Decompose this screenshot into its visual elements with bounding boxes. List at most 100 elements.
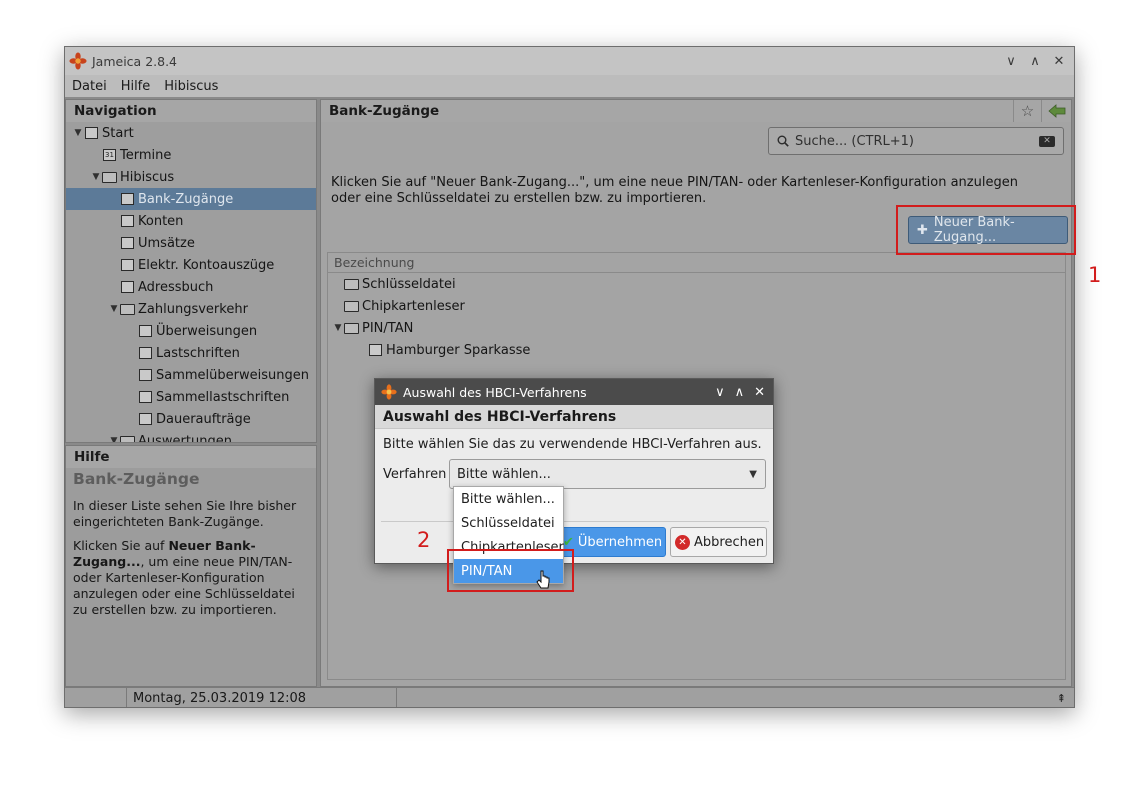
sidebar-item-start[interactable]: ▼ Start — [66, 122, 316, 144]
sidebar-item-bank-zugänge[interactable]: Bank-Zugänge — [66, 188, 316, 210]
statusbar: Montag, 25.03.2019 12:08 ⇞ — [65, 687, 1074, 707]
maximize-icon[interactable]: ∧ — [1028, 54, 1042, 69]
dialog-minimize-icon[interactable]: ∨ — [715, 385, 725, 400]
transactions-icon-shape — [121, 237, 134, 249]
search-icon — [777, 135, 789, 147]
folder-icon-shape — [102, 171, 117, 183]
calendar-icon-shape: 31 — [103, 149, 116, 161]
mouse-pointer-icon — [536, 570, 550, 589]
back-arrow-icon[interactable] — [1041, 100, 1071, 122]
list-column-header[interactable]: Bezeichnung — [328, 253, 1065, 273]
apply-button[interactable]: ✔ Übernehmen — [558, 527, 666, 557]
window-titlebar[interactable]: Jameica 2.8.4 ∨ ∧ ✕ — [65, 47, 1074, 75]
sidebar-item-auswertungen[interactable]: ▼ Auswertungen — [66, 430, 316, 442]
expand-arrow-icon[interactable]: ▼ — [108, 304, 120, 314]
list-item[interactable]: Schlüsseldatei — [328, 273, 1065, 295]
navigation-panel: Navigation ▼ Start 31 Termine ▼ Hibiscus Bank-… — [65, 99, 317, 443]
sidebar-item-daueraufträge[interactable]: Daueraufträge — [66, 408, 316, 430]
annotation-box-2 — [447, 549, 574, 592]
expand-log-icon[interactable]: ⇞ — [1057, 692, 1066, 705]
sidebar-item-label: Adressbuch — [138, 279, 214, 295]
list-item[interactable]: ▼ PIN/TAN — [328, 317, 1065, 339]
sidebar-item-label: Umsätze — [138, 235, 195, 251]
cancel-button-label: Abbrechen — [694, 534, 765, 550]
sidebar-item-label: Lastschriften — [156, 345, 240, 361]
content-header-actions: ☆ — [1013, 100, 1071, 122]
sidebar-item-sammellastschriften[interactable]: Sammellastschriften — [66, 386, 316, 408]
dialog-close-icon[interactable]: ✕ — [754, 385, 765, 400]
folder-icon-shape — [120, 303, 135, 315]
status-datetime: Montag, 25.03.2019 12:08 — [127, 688, 397, 707]
option-schluesseldatei[interactable]: Schlüsseldatei — [454, 511, 563, 535]
monitor-icon-shape — [85, 127, 98, 139]
content-header: Bank-Zugänge ☆ — [321, 100, 1071, 122]
sidebar-item-hibiscus[interactable]: ▼ Hibiscus — [66, 166, 316, 188]
favorite-star-icon[interactable]: ☆ — [1013, 100, 1041, 122]
cancel-icon: ✕ — [675, 534, 690, 550]
main-window: Jameica 2.8.4 ∨ ∧ ✕ Datei Hilfe Hibiscus… — [64, 46, 1075, 708]
sidebar-item-konten[interactable]: Konten — [66, 210, 316, 232]
transfer-icon-shape — [139, 325, 152, 337]
folder-icon — [120, 434, 135, 442]
sidebar-item-umsätze[interactable]: Umsätze — [66, 232, 316, 254]
sidebar-item-zahlungsverkehr[interactable]: ▼ Zahlungsverkehr — [66, 298, 316, 320]
sidebar-item-lastschriften[interactable]: Lastschriften — [66, 342, 316, 364]
sidebar-item-elektr-kontoauszüge[interactable]: Elektr. Kontoauszüge — [66, 254, 316, 276]
sidebar-item-adressbuch[interactable]: Adressbuch — [66, 276, 316, 298]
expand-arrow-icon[interactable]: ▼ — [108, 436, 120, 442]
sidebar-item-label: Sammelüberweisungen — [156, 367, 309, 383]
dialog-maximize-icon[interactable]: ∧ — [735, 385, 745, 400]
verfahren-select[interactable]: Bitte wählen... ▼ — [449, 459, 766, 489]
content-info-text: Klicken Sie auf "Neuer Bank-Zugang...", … — [331, 175, 1018, 206]
transfer-icon — [138, 324, 153, 338]
dialog-instruction: Bitte wählen Sie das zu verwendende HBCI… — [383, 437, 762, 452]
folder-icon — [344, 277, 359, 291]
sidebar-item-label: Auswertungen — [138, 433, 232, 443]
help-title: Bank-Zugänge — [73, 470, 200, 488]
list-item[interactable]: Hamburger Sparkasse — [328, 339, 1065, 361]
sidebar-item-label: Termine — [120, 147, 172, 163]
sidebar-item-sammelüberweisungen[interactable]: Sammelüberweisungen — [66, 364, 316, 386]
clear-search-icon[interactable]: ✕ — [1039, 135, 1055, 147]
folder-icon — [102, 170, 117, 184]
expand-arrow-icon[interactable]: ▼ — [90, 172, 102, 182]
dialog-titlebar[interactable]: Auswahl des HBCI-Verfahrens ∨ ∧ ✕ — [375, 379, 773, 405]
help-header: Hilfe — [66, 446, 316, 468]
sidebar-item-label: Bank-Zugänge — [138, 191, 234, 207]
sidebar-item-überweisungen[interactable]: Überweisungen — [66, 320, 316, 342]
status-segment-left — [65, 688, 127, 707]
content-title: Bank-Zugänge — [329, 103, 440, 119]
statement-icon — [120, 258, 135, 272]
menu-datei[interactable]: Datei — [65, 79, 114, 94]
sidebar-item-termine[interactable]: 31 Termine — [66, 144, 316, 166]
option-bitte-waehlen[interactable]: Bitte wählen... — [454, 487, 563, 511]
addressbook-icon — [120, 280, 135, 294]
minimize-icon[interactable]: ∨ — [1004, 54, 1018, 69]
close-icon[interactable]: ✕ — [1052, 54, 1066, 69]
list-item-label: PIN/TAN — [362, 320, 414, 336]
list-item[interactable]: Chipkartenleser — [328, 295, 1065, 317]
sidebar-item-label: Start — [102, 125, 134, 141]
cancel-button[interactable]: ✕ Abbrechen — [670, 527, 767, 557]
folder-icon-shape — [344, 278, 359, 290]
menu-hibiscus[interactable]: Hibiscus — [157, 79, 225, 94]
batch-debit-icon-shape — [139, 391, 152, 403]
expand-arrow-icon[interactable]: ▼ — [332, 323, 344, 333]
sidebar-item-label: Sammellastschriften — [156, 389, 290, 405]
bank-access-icon — [368, 343, 383, 357]
help-paragraph-2: Klicken Sie auf Neuer Bank-Zugang..., um… — [70, 538, 310, 618]
sidebar-item-label: Konten — [138, 213, 184, 229]
dialog-controls: ∨ ∧ ✕ — [715, 385, 765, 400]
batch-debit-icon — [138, 390, 153, 404]
batch-transfer-icon — [138, 368, 153, 382]
menu-hilfe[interactable]: Hilfe — [114, 79, 158, 94]
sidebar-item-label: Daueraufträge — [156, 411, 251, 427]
annotation-marker-1: 1 — [1088, 263, 1102, 287]
help-paragraph-1: In dieser Liste sehen Sie Ihre bisher ei… — [73, 498, 297, 529]
debit-icon-shape — [139, 347, 152, 359]
addressbook-icon-shape — [121, 281, 134, 293]
search-input[interactable]: Suche... (CTRL+1) ✕ — [768, 127, 1064, 155]
folder-icon — [120, 302, 135, 316]
expand-arrow-icon[interactable]: ▼ — [72, 128, 84, 138]
jameica-logo-icon — [69, 52, 87, 70]
